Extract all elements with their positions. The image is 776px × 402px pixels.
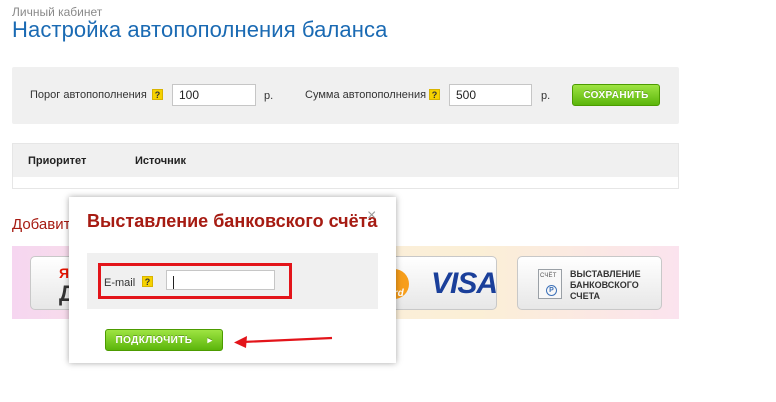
threshold-input[interactable]	[172, 84, 256, 106]
connect-arrow-icon: ▸	[207, 334, 213, 345]
amount-currency: р.	[541, 90, 551, 102]
yandex-logo-icon: Я	[59, 265, 70, 281]
close-icon[interactable]: ×	[367, 208, 376, 224]
table-header: Приоритет Источник	[13, 144, 678, 177]
column-priority: Приоритет	[28, 155, 87, 167]
invoice-document-icon: СЧЁТ Р	[538, 269, 562, 299]
autotopup-settings-panel: Порог автопополнения ? р. Сумма автопопо…	[12, 67, 679, 124]
visa-logo: VISA	[431, 267, 498, 300]
threshold-currency: р.	[264, 90, 274, 102]
dialog-title: Выставление банковского счёта	[87, 211, 378, 231]
connect-button[interactable]: ПОДКЛЮЧИТЬ ▸	[105, 329, 223, 351]
save-button[interactable]: СОХРАНИТЬ	[572, 84, 660, 106]
email-help-icon[interactable]: ?	[142, 276, 153, 287]
bank-invoice-button[interactable]: СЧЁТ Р ВЫСТАВЛЕНИЕ БАНКОВСКОГО СЧЕТА	[517, 256, 662, 310]
red-arrow-icon	[234, 336, 333, 348]
bank-invoice-label: ВЫСТАВЛЕНИЕ БАНКОВСКОГО СЧЕТА	[570, 269, 641, 301]
amount-input[interactable]	[449, 84, 532, 106]
column-source: Источник	[135, 155, 187, 167]
email-input[interactable]	[166, 270, 275, 290]
threshold-help-icon[interactable]: ?	[152, 89, 163, 100]
text-cursor	[173, 276, 174, 289]
amount-label: Сумма автопополнения	[305, 89, 427, 101]
connect-label: ПОДКЛЮЧИТЬ	[115, 334, 193, 346]
add-source-title: Добавит	[12, 216, 71, 233]
sources-table: Приоритет Источник	[12, 143, 679, 189]
bank-invoice-dialog: Выставление банковского счёта × E-mail ?…	[69, 197, 396, 363]
page-title: Настройка автопополнения баланса	[12, 17, 388, 42]
email-label: E-mail	[104, 277, 136, 289]
amount-help-icon[interactable]: ?	[429, 89, 440, 100]
threshold-label: Порог автопополнения	[30, 89, 147, 101]
email-form: E-mail ?	[87, 253, 378, 309]
